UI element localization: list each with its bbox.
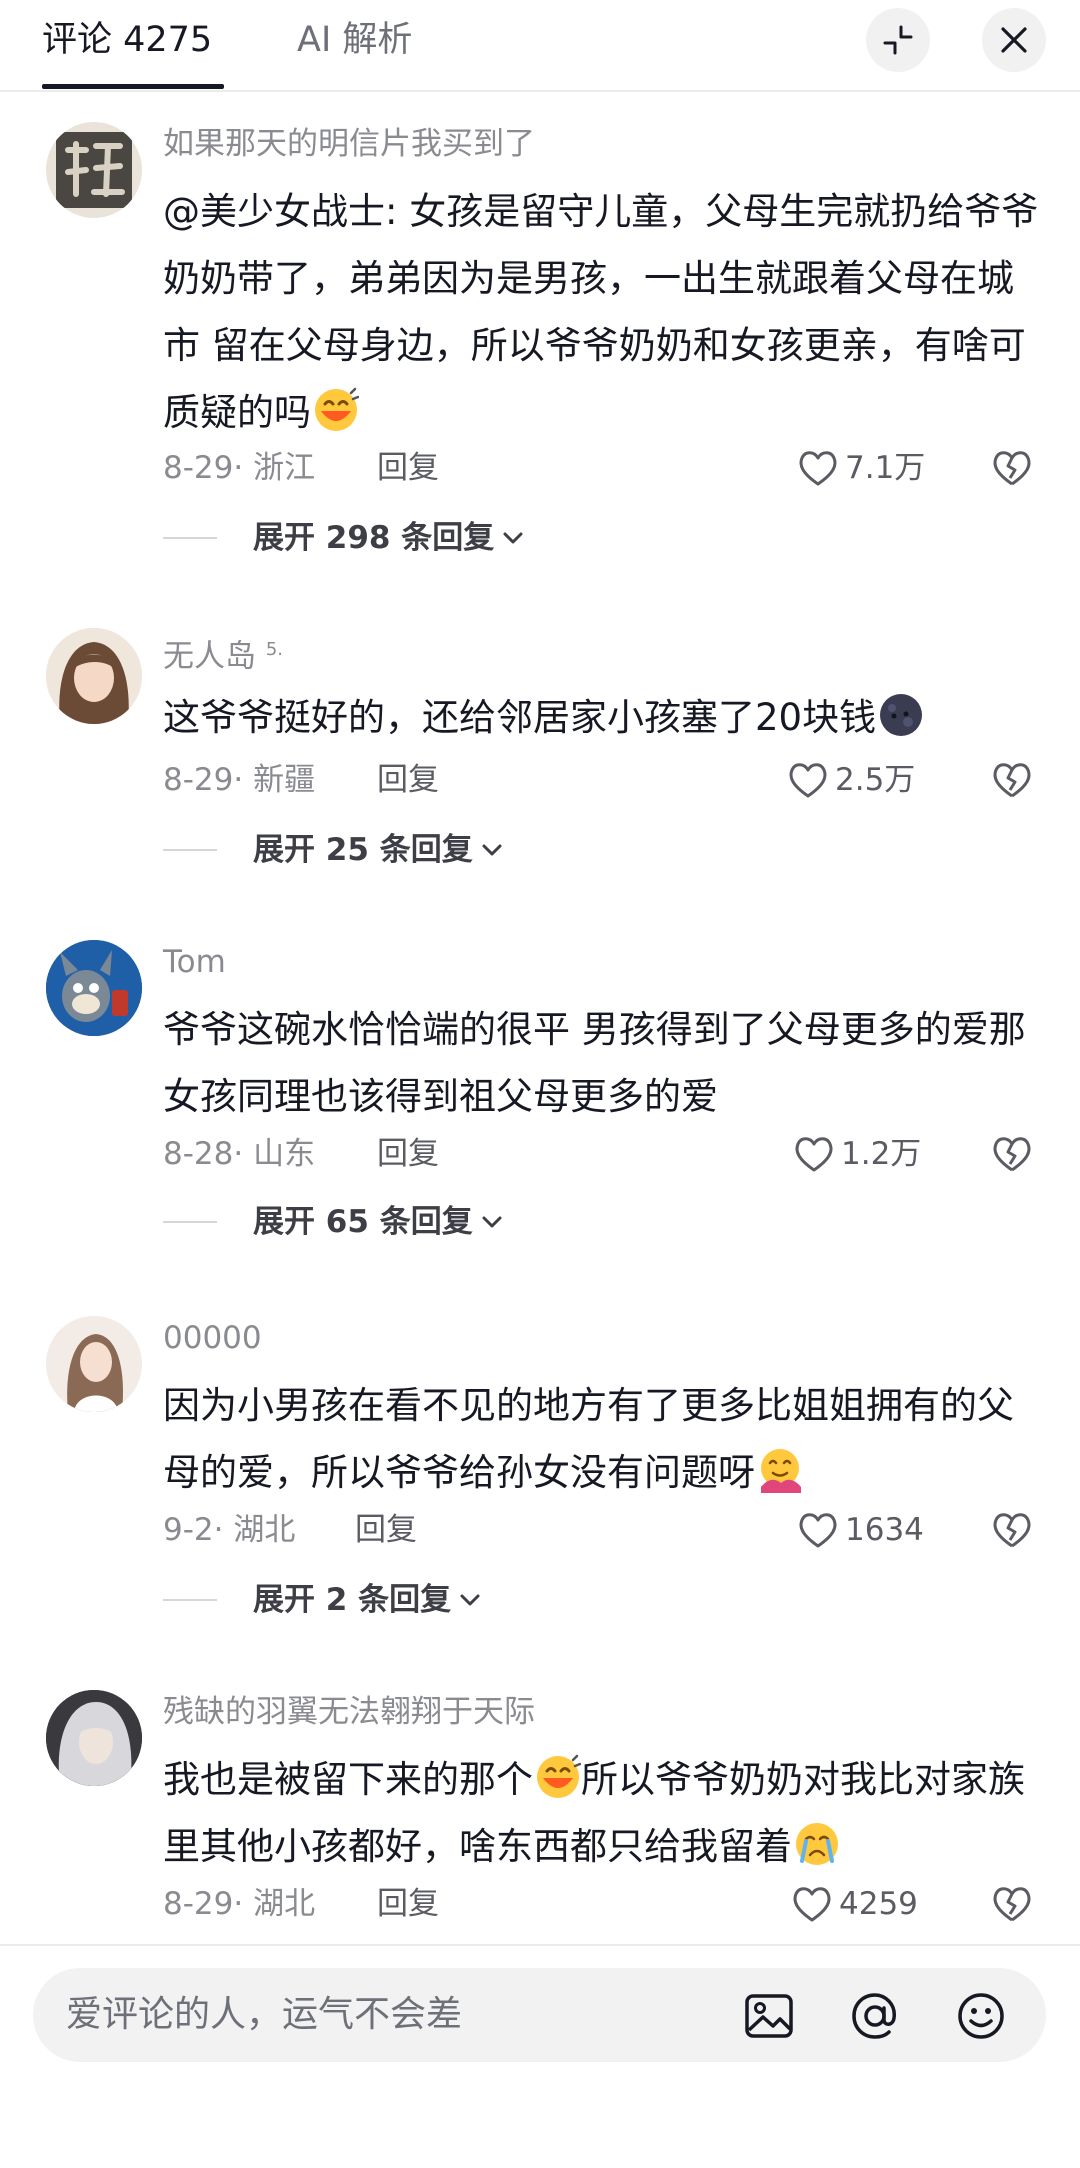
comment-username[interactable]: 无人岛 5. <box>163 630 283 676</box>
reply-button[interactable]: 回复 <box>355 1510 417 1550</box>
hugging-emoji-icon <box>761 1449 801 1493</box>
emoji-icon[interactable] <box>955 1990 1007 2042</box>
comment-text: 因为小男孩在看不见的地方有了更多比姐姐拥有的父母的爱，所以爷爷给孙女没有问题呀 <box>163 1384 1014 1494</box>
comment-date-location: 9-2· 湖北 <box>163 1512 296 1548</box>
broken-heart-icon[interactable] <box>990 1884 1034 1924</box>
expand-replies-button[interactable]: 展开 65 条回复 <box>163 1202 503 1242</box>
comment-input-placeholder: 爱评论的人，运气不会差 <box>66 1994 463 2035</box>
heart-icon <box>795 1137 833 1172</box>
like-count: 2.5万 <box>835 762 916 798</box>
comment-text: @美少女战士: 女孩是留守儿童，父母生完就扔给爷爷奶奶带了，弟弟因为是男孩，一出… <box>163 190 1039 434</box>
like-count: 4259 <box>839 1886 918 1922</box>
expand-replies-label: 展开 65 条回复 <box>253 1204 473 1240</box>
like-count: 1.2万 <box>841 1136 922 1172</box>
avatar[interactable] <box>46 122 142 218</box>
like-count: 7.1万 <box>845 450 926 486</box>
chevron-down-icon <box>482 1216 502 1228</box>
comment-date-location: 8-29· 浙江 <box>163 450 316 486</box>
broken-heart-icon[interactable] <box>990 1510 1034 1550</box>
like-count: 1634 <box>845 1512 924 1548</box>
heart-icon <box>799 451 837 486</box>
chevron-down-icon <box>460 1594 480 1606</box>
reply-button[interactable]: 回复 <box>377 1134 439 1174</box>
divider-line <box>163 1221 217 1223</box>
avatar[interactable] <box>46 628 142 724</box>
divider-line <box>163 1599 217 1601</box>
divider-line <box>163 537 217 539</box>
image-icon[interactable] <box>743 1990 795 2042</box>
comment-input-bar: 爱评论的人，运气不会差 <box>0 1944 1080 2168</box>
like-button[interactable]: 7.1万 <box>797 448 925 488</box>
collapse-button[interactable] <box>866 8 930 72</box>
expand-replies-label: 展开 2 条回复 <box>253 1582 452 1618</box>
collapse-icon <box>883 25 913 55</box>
at-icon[interactable] <box>849 1990 901 2042</box>
like-button[interactable]: 1.2万 <box>793 1134 921 1174</box>
dark-moon-emoji-icon <box>880 694 923 736</box>
active-tab-indicator <box>42 84 224 89</box>
comments-header: 评论 4275 AI 解析 <box>0 0 1080 92</box>
comment-username[interactable]: 如果那天的明信片我买到了 <box>163 124 535 164</box>
laughing-tears-emoji-icon <box>537 1754 581 1798</box>
comment-text: 这爷爷挺好的，还给邻居家小孩塞了20块钱 <box>163 684 1043 751</box>
laughing-tears-emoji-icon <box>315 387 359 431</box>
tab-ai-analysis[interactable]: AI 解析 <box>297 18 412 62</box>
chevron-down-icon <box>482 844 502 856</box>
broken-heart-icon[interactable] <box>990 448 1034 488</box>
broken-heart-icon[interactable] <box>990 760 1034 800</box>
divider-line <box>163 849 217 851</box>
heart-icon <box>799 1513 837 1548</box>
comment-username[interactable]: Tom <box>163 942 226 982</box>
crying-emoji-icon <box>796 1823 838 1865</box>
like-button[interactable]: 1634 <box>797 1510 924 1550</box>
comment-date-location: 8-29· 新疆 <box>163 762 316 798</box>
heart-icon <box>793 1887 831 1922</box>
reply-button[interactable]: 回复 <box>377 448 439 488</box>
heart-icon <box>789 763 827 798</box>
comment-date-location: 8-29· 湖北 <box>163 1886 316 1922</box>
comment-username[interactable]: 残缺的羽翼无法翱翔于天际 <box>163 1692 535 1732</box>
avatar[interactable] <box>46 1690 142 1786</box>
like-button[interactable]: 2.5万 <box>787 760 915 800</box>
avatar[interactable] <box>46 940 142 1036</box>
expand-replies-label: 展开 298 条回复 <box>253 520 495 556</box>
expand-replies-button[interactable]: 展开 2 条回复 <box>163 1580 481 1620</box>
comment-input[interactable]: 爱评论的人，运气不会差 <box>33 1968 1046 2062</box>
expand-replies-button[interactable]: 展开 25 条回复 <box>163 830 503 870</box>
broken-heart-icon[interactable] <box>990 1134 1034 1174</box>
comment-text: 爷爷这碗水恰恰端的很平 男孩得到了父母更多的爱那女孩同理也该得到祖父母更多的爱 <box>163 1008 1026 1118</box>
close-button[interactable] <box>982 8 1046 72</box>
expand-replies-label: 展开 25 条回复 <box>253 832 473 868</box>
close-icon <box>1001 27 1027 53</box>
reply-button[interactable]: 回复 <box>377 1884 439 1924</box>
comment-date-location: 8-28· 山东 <box>163 1136 316 1172</box>
tab-comments[interactable]: 评论 4275 <box>42 18 212 62</box>
comment-username[interactable]: 00000 <box>163 1318 262 1358</box>
comment-text: 我也是被留下来的那个 所以爷爷奶奶对我比对家族里其他小孩都好，啥东西都只给我留着 <box>163 1746 1043 1880</box>
expand-replies-button[interactable]: 展开 298 条回复 <box>163 518 524 558</box>
avatar[interactable] <box>46 1316 142 1412</box>
reply-button[interactable]: 回复 <box>377 760 439 800</box>
chevron-down-icon <box>503 532 523 544</box>
like-button[interactable]: 4259 <box>791 1884 918 1924</box>
